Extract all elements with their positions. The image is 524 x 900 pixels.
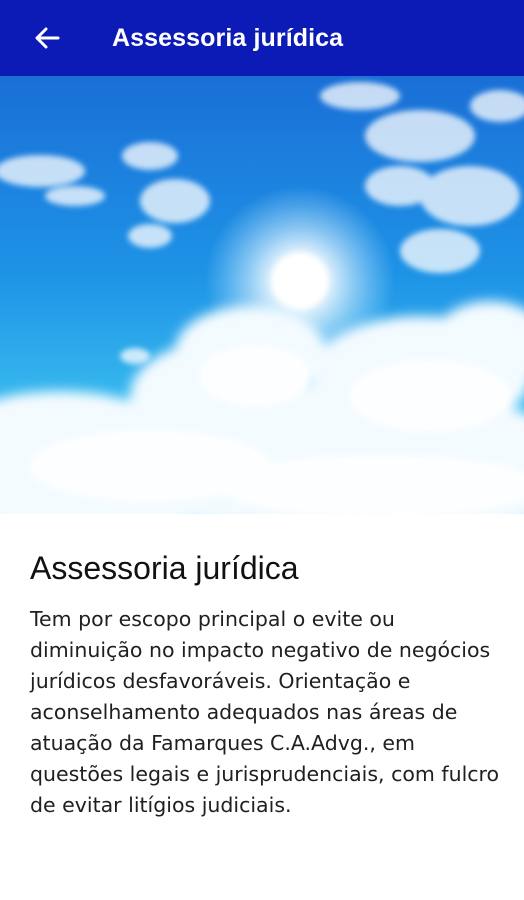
back-button[interactable] — [22, 13, 72, 63]
arrow-back-icon — [34, 27, 60, 49]
content-section: Assessoria jurídica Tem por escopo princ… — [0, 514, 524, 821]
hero-sky-image — [0, 76, 524, 514]
section-body: Tem por escopo principal o evite ou dimi… — [30, 607, 500, 817]
app-bar: Assessoria jurídica — [0, 0, 524, 76]
app-screen: Assessoria jurídica Assessoria jurídica … — [0, 0, 524, 900]
section-title: Assessoria jurídica — [30, 550, 299, 586]
app-bar-title: Assessoria jurídica — [112, 23, 344, 52]
